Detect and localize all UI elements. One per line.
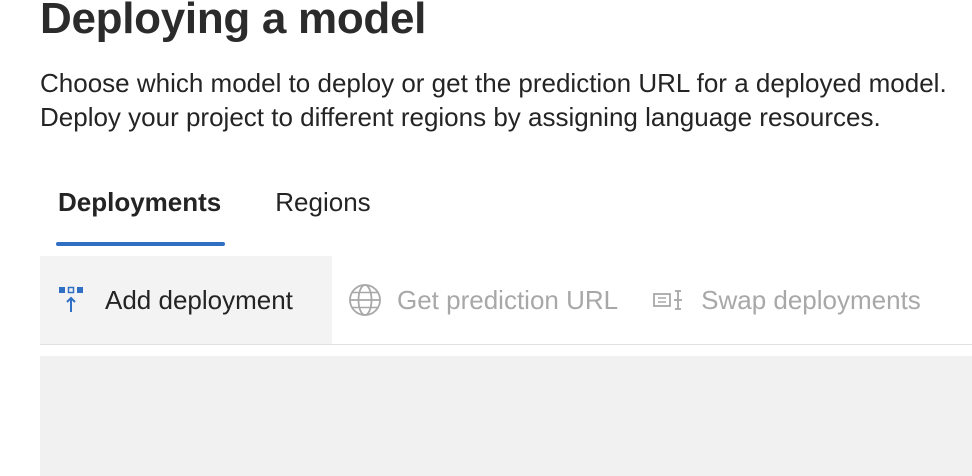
description-line: Choose which model to deploy or get the …: [40, 68, 947, 98]
add-deployment-label: Add deployment: [105, 284, 293, 315]
swap-icon: [652, 283, 686, 317]
description-line: Deploy your project to different regions…: [40, 102, 881, 132]
globe-icon: [348, 283, 382, 317]
swap-deployments-button[interactable]: Swap deployments: [636, 256, 937, 344]
page-description: Choose which model to deploy or get the …: [40, 66, 947, 134]
deployments-list-panel: [40, 356, 972, 476]
deployments-toolbar: Add deployment Get prediction URL Swap d…: [40, 256, 972, 345]
add-deployment-icon: [56, 283, 90, 317]
swap-deployments-label: Swap deployments: [701, 284, 921, 315]
get-prediction-url-button[interactable]: Get prediction URL: [332, 256, 634, 344]
add-deployment-button[interactable]: Add deployment: [40, 256, 332, 344]
tab-deployments[interactable]: Deployments: [40, 178, 239, 246]
page-title: Deploying a model: [40, 0, 427, 43]
get-prediction-url-label: Get prediction URL: [397, 284, 619, 315]
tab-regions[interactable]: Regions: [257, 178, 388, 246]
tab-list: Deployments Regions: [40, 178, 389, 246]
deploying-model-page: Deploying a model Choose which model to …: [0, 0, 972, 476]
